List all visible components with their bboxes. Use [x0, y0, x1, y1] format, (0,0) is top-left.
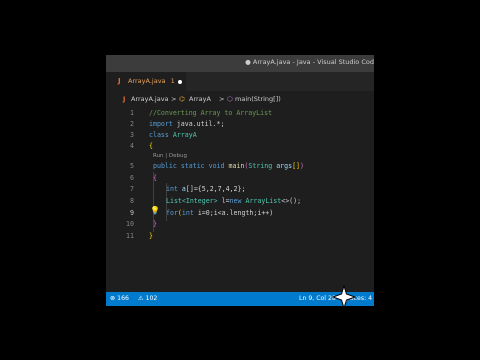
keyword: int: [166, 185, 178, 193]
warnings-count[interactable]: ⚠ 102: [138, 295, 157, 302]
code-text: i=0;i<a.length;i++): [197, 209, 274, 217]
line-number: 10: [126, 220, 134, 228]
tab-problem-count: 1: [170, 77, 175, 85]
keyword: class: [149, 131, 169, 139]
chevron-right-icon: >: [219, 95, 225, 103]
code-line-4: {: [149, 142, 153, 150]
tab-arraya-java[interactable]: J ArrayA.java 1: [106, 72, 186, 91]
class-icon: ⌬: [179, 95, 185, 103]
keyword: for: [166, 209, 178, 217]
tab-bar: J ArrayA.java 1: [106, 72, 374, 91]
bracket: []: [292, 162, 301, 170]
keyword: void: [208, 162, 225, 170]
code-line-10: }: [153, 220, 157, 228]
vscode-window: ● ArrayA.java - Java - Visual Studio Cod…: [106, 55, 374, 306]
line-number: 2: [130, 120, 134, 128]
method-icon: ⬡: [227, 95, 233, 103]
unsaved-dot-icon[interactable]: [178, 80, 182, 84]
chevron-right-icon: >: [171, 95, 177, 103]
parameter: args: [276, 162, 293, 170]
tab-label: ArrayA.java 1: [128, 77, 175, 85]
code-line-1: //Converting Array to ArrayList: [149, 109, 273, 117]
code-line-6: {: [153, 174, 157, 182]
star-cursor-icon: [332, 285, 356, 306]
code-line-5: public static void main(String args[]): [153, 162, 304, 170]
keyword: public: [153, 162, 177, 170]
line-number: 11: [126, 232, 134, 240]
code-line-9: for(int i=0;i<a.length;i++): [166, 209, 273, 217]
errors-count[interactable]: ⊗ 166: [110, 295, 129, 302]
line-number: 8: [130, 197, 134, 205]
code-text: java.util.*;: [172, 120, 225, 128]
type-name: List: [166, 197, 182, 205]
line-number: 6: [130, 174, 134, 182]
breadcrumb-class[interactable]: ArrayA: [189, 95, 211, 103]
breadcrumb-method[interactable]: main(String[]): [235, 95, 281, 103]
code-line-7: int a[]={5,2,7,4,2};: [166, 185, 245, 193]
keyword: new: [229, 197, 242, 205]
type-name: String: [248, 162, 273, 170]
line-number: 9: [130, 209, 134, 217]
line-number: 1: [130, 109, 134, 117]
breadcrumb-file[interactable]: ArrayA.java: [131, 95, 169, 103]
code-line-11: }: [149, 232, 153, 240]
keyword: int: [181, 209, 194, 217]
java-file-icon: J: [118, 77, 121, 85]
line-number: 5: [130, 162, 134, 170]
line-number: 4: [130, 142, 134, 150]
type-name: ArrayList: [245, 197, 282, 205]
code-text: <>();: [281, 197, 302, 205]
code-line-2: import java.util.*;: [149, 120, 224, 128]
method-name: main: [228, 162, 245, 170]
java-file-icon: J: [123, 95, 126, 103]
code-line-3: class ArrayA: [149, 131, 197, 139]
code-line-8: List<Integer> l=new ArrayList<>();: [166, 197, 301, 205]
title-bar: ● ArrayA.java - Java - Visual Studio Cod: [106, 55, 374, 72]
cursor-position[interactable]: Ln 9, Col 28: [299, 295, 336, 302]
tab-file-name: ArrayA.java: [128, 77, 166, 85]
class-name: ArrayA: [172, 131, 197, 139]
lightbulb-icon[interactable]: 💡: [150, 206, 160, 215]
bracket: ): [300, 162, 305, 170]
line-number: 3: [130, 131, 134, 139]
keyword: import: [149, 120, 173, 128]
codelens-run-debug[interactable]: Run | Debug: [153, 153, 187, 159]
code-editor[interactable]: 1 2 3 4 5 6 7 8 9 10 11 //Converting Arr…: [106, 105, 374, 291]
breadcrumb: J ArrayA.java > ⌬ ArrayA > ⬡ main(String…: [106, 93, 374, 105]
keyword: static: [180, 162, 205, 170]
code-text: []={5,2,7,4,2};: [185, 185, 246, 193]
type-name: <Integer>: [181, 197, 218, 205]
window-title: ● ArrayA.java - Java - Visual Studio Cod: [245, 58, 374, 66]
line-number: 7: [130, 185, 134, 193]
